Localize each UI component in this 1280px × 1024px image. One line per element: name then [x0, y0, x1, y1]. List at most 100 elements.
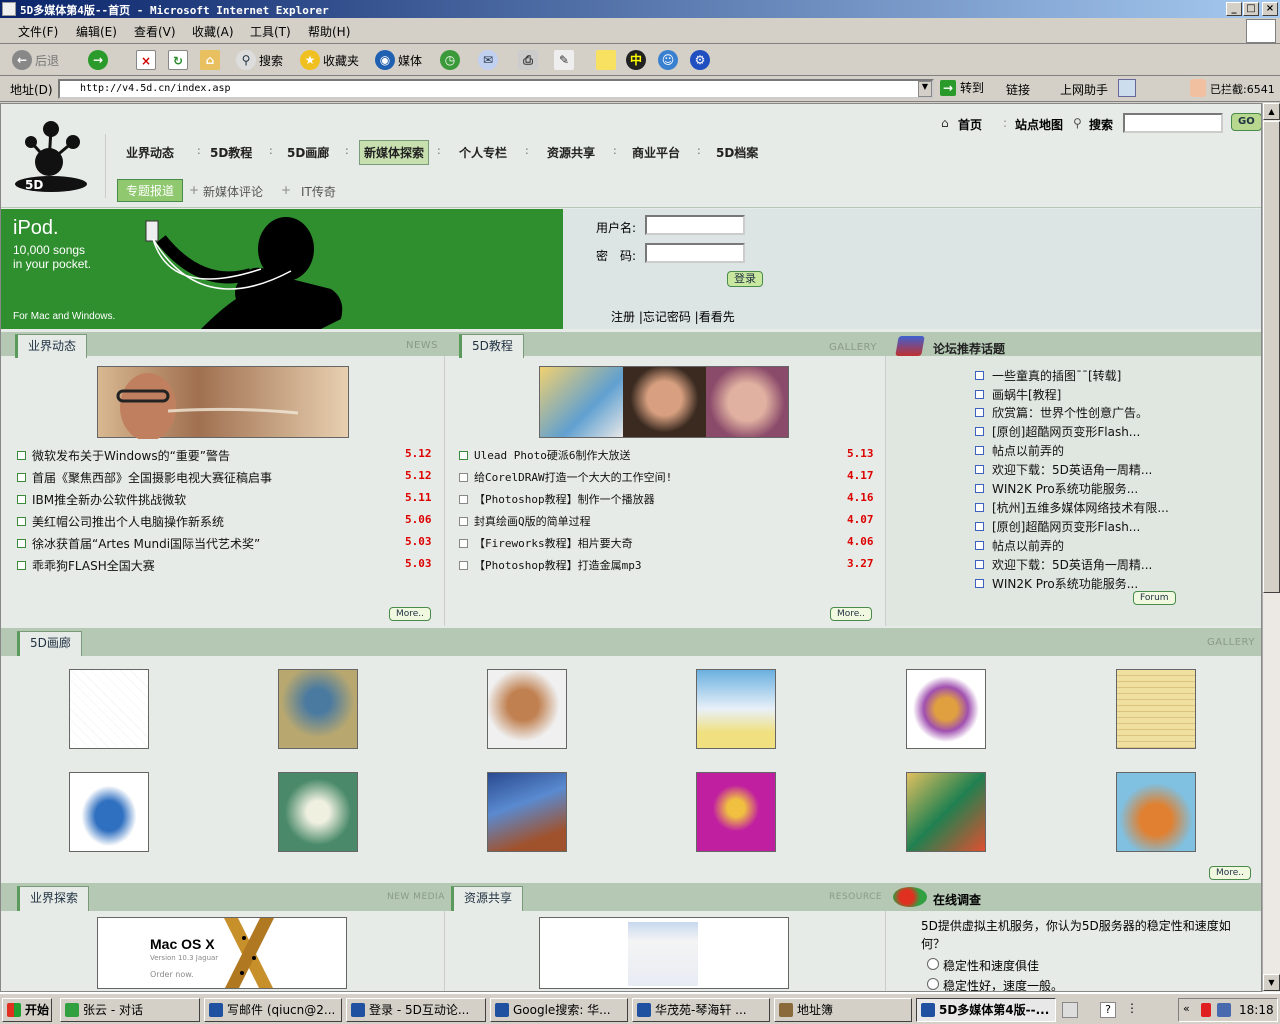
scroll-thumb[interactable] — [1263, 121, 1280, 593]
tab-industry-news[interactable]: 业界动态 — [15, 334, 88, 358]
gallery-thumb[interactable] — [1116, 772, 1196, 852]
print-button[interactable]: ⎙ — [518, 48, 538, 72]
back-button[interactable]: ← 后退 — [12, 48, 59, 72]
tray-icon-red[interactable] — [1201, 1003, 1211, 1017]
edit-button[interactable]: ✎ — [554, 48, 574, 72]
news-item[interactable]: 乖乖狗FLASH全国大赛 — [17, 557, 155, 574]
plugin-button-2[interactable]: ☺ — [658, 48, 678, 72]
gallery-thumb[interactable] — [696, 669, 776, 749]
nav-gallery[interactable]: 5D画廊 — [287, 144, 329, 161]
resource-image[interactable] — [539, 917, 789, 989]
menu-help[interactable]: 帮助(H) — [308, 23, 350, 40]
links-button[interactable]: 链接 — [1006, 81, 1030, 98]
vertical-scrollbar[interactable]: ▲ ▼ — [1262, 103, 1280, 992]
menu-view[interactable]: 查看(V) — [134, 23, 176, 40]
gallery-thumb[interactable] — [69, 669, 149, 749]
task-chat[interactable]: 张云 - 对话 — [60, 998, 200, 1022]
forum-topic[interactable]: 一些童真的插图¯¯[转载] — [975, 367, 1121, 384]
address-dropdown-icon[interactable]: ▼ — [918, 81, 932, 97]
subnav-special-report[interactable]: 专题报道 — [117, 179, 184, 202]
tab-industry-explore[interactable]: 业界探索 — [17, 886, 90, 911]
nav-business[interactable]: 商业平台 — [632, 144, 680, 161]
news-more-button[interactable]: More.. — [389, 607, 432, 621]
task-huamaoyuan[interactable]: 华茂苑-琴海轩 ... — [632, 998, 770, 1022]
gallery-more-button[interactable]: More.. — [1209, 866, 1252, 880]
subnav-it-legend[interactable]: IT传奇 — [301, 183, 336, 200]
nav-resource-sharing[interactable]: 资源共享 — [547, 144, 595, 161]
notes-button[interactable] — [596, 48, 616, 72]
stop-button[interactable]: × — [136, 48, 156, 72]
minimize-button[interactable]: _ — [1226, 2, 1242, 16]
gallery-thumb[interactable] — [278, 772, 358, 852]
gallery-thumb[interactable] — [487, 772, 567, 852]
quicklaunch-icon[interactable] — [1062, 1002, 1078, 1018]
news-item[interactable]: IBM推全新办公软件挑战微软 — [17, 491, 186, 508]
media-button[interactable]: ◉ 媒体 — [375, 48, 422, 72]
history-button[interactable]: ◷ — [440, 48, 460, 72]
forum-topic[interactable]: 欢迎下载：5D英语角一周精... — [975, 461, 1152, 478]
tutorial-item[interactable]: 【Photoshop教程】制作一个播放器 — [459, 491, 655, 507]
gallery-thumb[interactable] — [1116, 669, 1196, 749]
nav-industry[interactable]: 业界动态 — [126, 144, 174, 161]
scroll-down-icon[interactable]: ▼ — [1263, 974, 1280, 991]
go-button[interactable]: → 转到 — [940, 79, 984, 96]
home-button[interactable]: ⌂ — [200, 48, 220, 72]
task-forum-login[interactable]: 登录 - 5D互动论... — [346, 998, 486, 1022]
news-item[interactable]: 徐冰获首届“Artes Mundi国际当代艺术奖” — [17, 535, 260, 552]
site-search-input[interactable] — [1123, 113, 1223, 133]
top-sitemap-link[interactable]: 站点地图 — [1015, 116, 1063, 133]
forum-topic[interactable]: 欣赏篇：世界个性创意广告。 — [975, 404, 1148, 421]
more-icon[interactable]: ⋮ — [1126, 1001, 1138, 1015]
help-icon[interactable]: ? — [1100, 1002, 1116, 1018]
forum-topic[interactable]: [杭州]五维多媒体网络技术有限... — [975, 499, 1169, 516]
menu-edit[interactable]: 编辑(E) — [76, 23, 117, 40]
login-button[interactable]: 登录 — [727, 271, 763, 287]
tutorial-item[interactable]: 【Photoshop教程】打造金属mp3 — [459, 557, 641, 573]
nav-new-media-explore[interactable]: 新媒体探索 — [359, 140, 430, 165]
survey-radio-2[interactable] — [927, 978, 939, 990]
tutorials-more-button[interactable]: More.. — [830, 607, 873, 621]
news-item[interactable]: 首届《聚焦西部》全国摄影电视大赛征稿启事 — [17, 469, 272, 486]
scroll-up-icon[interactable]: ▲ — [1263, 103, 1280, 120]
mac-os-x-ad[interactable]: Mac OS X Version 10.3 Jaguar Order now. — [97, 917, 347, 989]
top-home-link[interactable]: 首页 — [958, 116, 982, 133]
tray-expand-icon[interactable]: « — [1183, 1002, 1190, 1015]
news-item[interactable]: 微软发布关于Windows的“重要”警告 — [17, 447, 230, 464]
tray-icon-blue[interactable] — [1217, 1003, 1231, 1017]
task-address-book[interactable]: 地址簿 — [774, 998, 912, 1022]
maximize-button[interactable]: □ — [1243, 2, 1259, 16]
site-search-go-button[interactable]: GO — [1231, 113, 1261, 131]
forum-topic[interactable]: WIN2K Pro系统功能服务... — [975, 575, 1138, 592]
assistant-button[interactable]: 上网助手 — [1060, 81, 1108, 98]
mail-button[interactable]: ✉ — [478, 48, 498, 72]
site-logo[interactable]: 5D — [11, 114, 91, 194]
gallery-thumb[interactable] — [69, 772, 149, 852]
plugin-button-1[interactable]: 中 — [626, 48, 646, 72]
task-google[interactable]: Google搜索: 华... — [490, 998, 628, 1022]
tab-tutorials[interactable]: 5D教程 — [459, 334, 524, 358]
forward-button[interactable]: → — [88, 48, 108, 72]
nav-tutorials[interactable]: 5D教程 — [210, 144, 252, 161]
news-item[interactable]: 美红帽公司推出个人电脑操作新系统 — [17, 513, 224, 530]
nav-personal-column[interactable]: 个人专栏 — [459, 144, 507, 161]
gallery-thumb[interactable] — [906, 669, 986, 749]
assistant-icon[interactable] — [1118, 79, 1136, 97]
close-button[interactable]: × — [1262, 2, 1278, 16]
address-input[interactable]: http://v4.5d.cn/index.asp — [58, 79, 934, 99]
task-5d-homepage[interactable]: 5D多媒体第4版--... — [916, 998, 1056, 1022]
gallery-thumb[interactable] — [278, 669, 358, 749]
forum-topic[interactable]: [原创]超酷网页变形Flash... — [975, 423, 1140, 440]
menu-tools[interactable]: 工具(T) — [250, 23, 291, 40]
ipod-banner[interactable]: iPod. 10,000 songs in your pocket. For M… — [1, 209, 563, 329]
gallery-thumb[interactable] — [487, 669, 567, 749]
refresh-button[interactable]: ↻ — [168, 48, 188, 72]
forum-more-button[interactable]: Forum — [1133, 591, 1176, 605]
tutorial-item[interactable]: Ulead Photo硬派6制作大放送 — [459, 447, 630, 463]
menu-favorites[interactable]: 收藏(A) — [192, 23, 234, 40]
login-links[interactable]: 注册 |忘记密码 |看看先 — [611, 308, 735, 325]
tutorial-item[interactable]: 【Fireworks教程】相片要大奇 — [459, 535, 633, 551]
gallery-thumb[interactable] — [696, 772, 776, 852]
menu-file[interactable]: 文件(F) — [18, 23, 58, 40]
favorites-button[interactable]: ★ 收藏夹 — [300, 48, 359, 72]
plugin-button-3[interactable]: ⚙ — [690, 48, 710, 72]
